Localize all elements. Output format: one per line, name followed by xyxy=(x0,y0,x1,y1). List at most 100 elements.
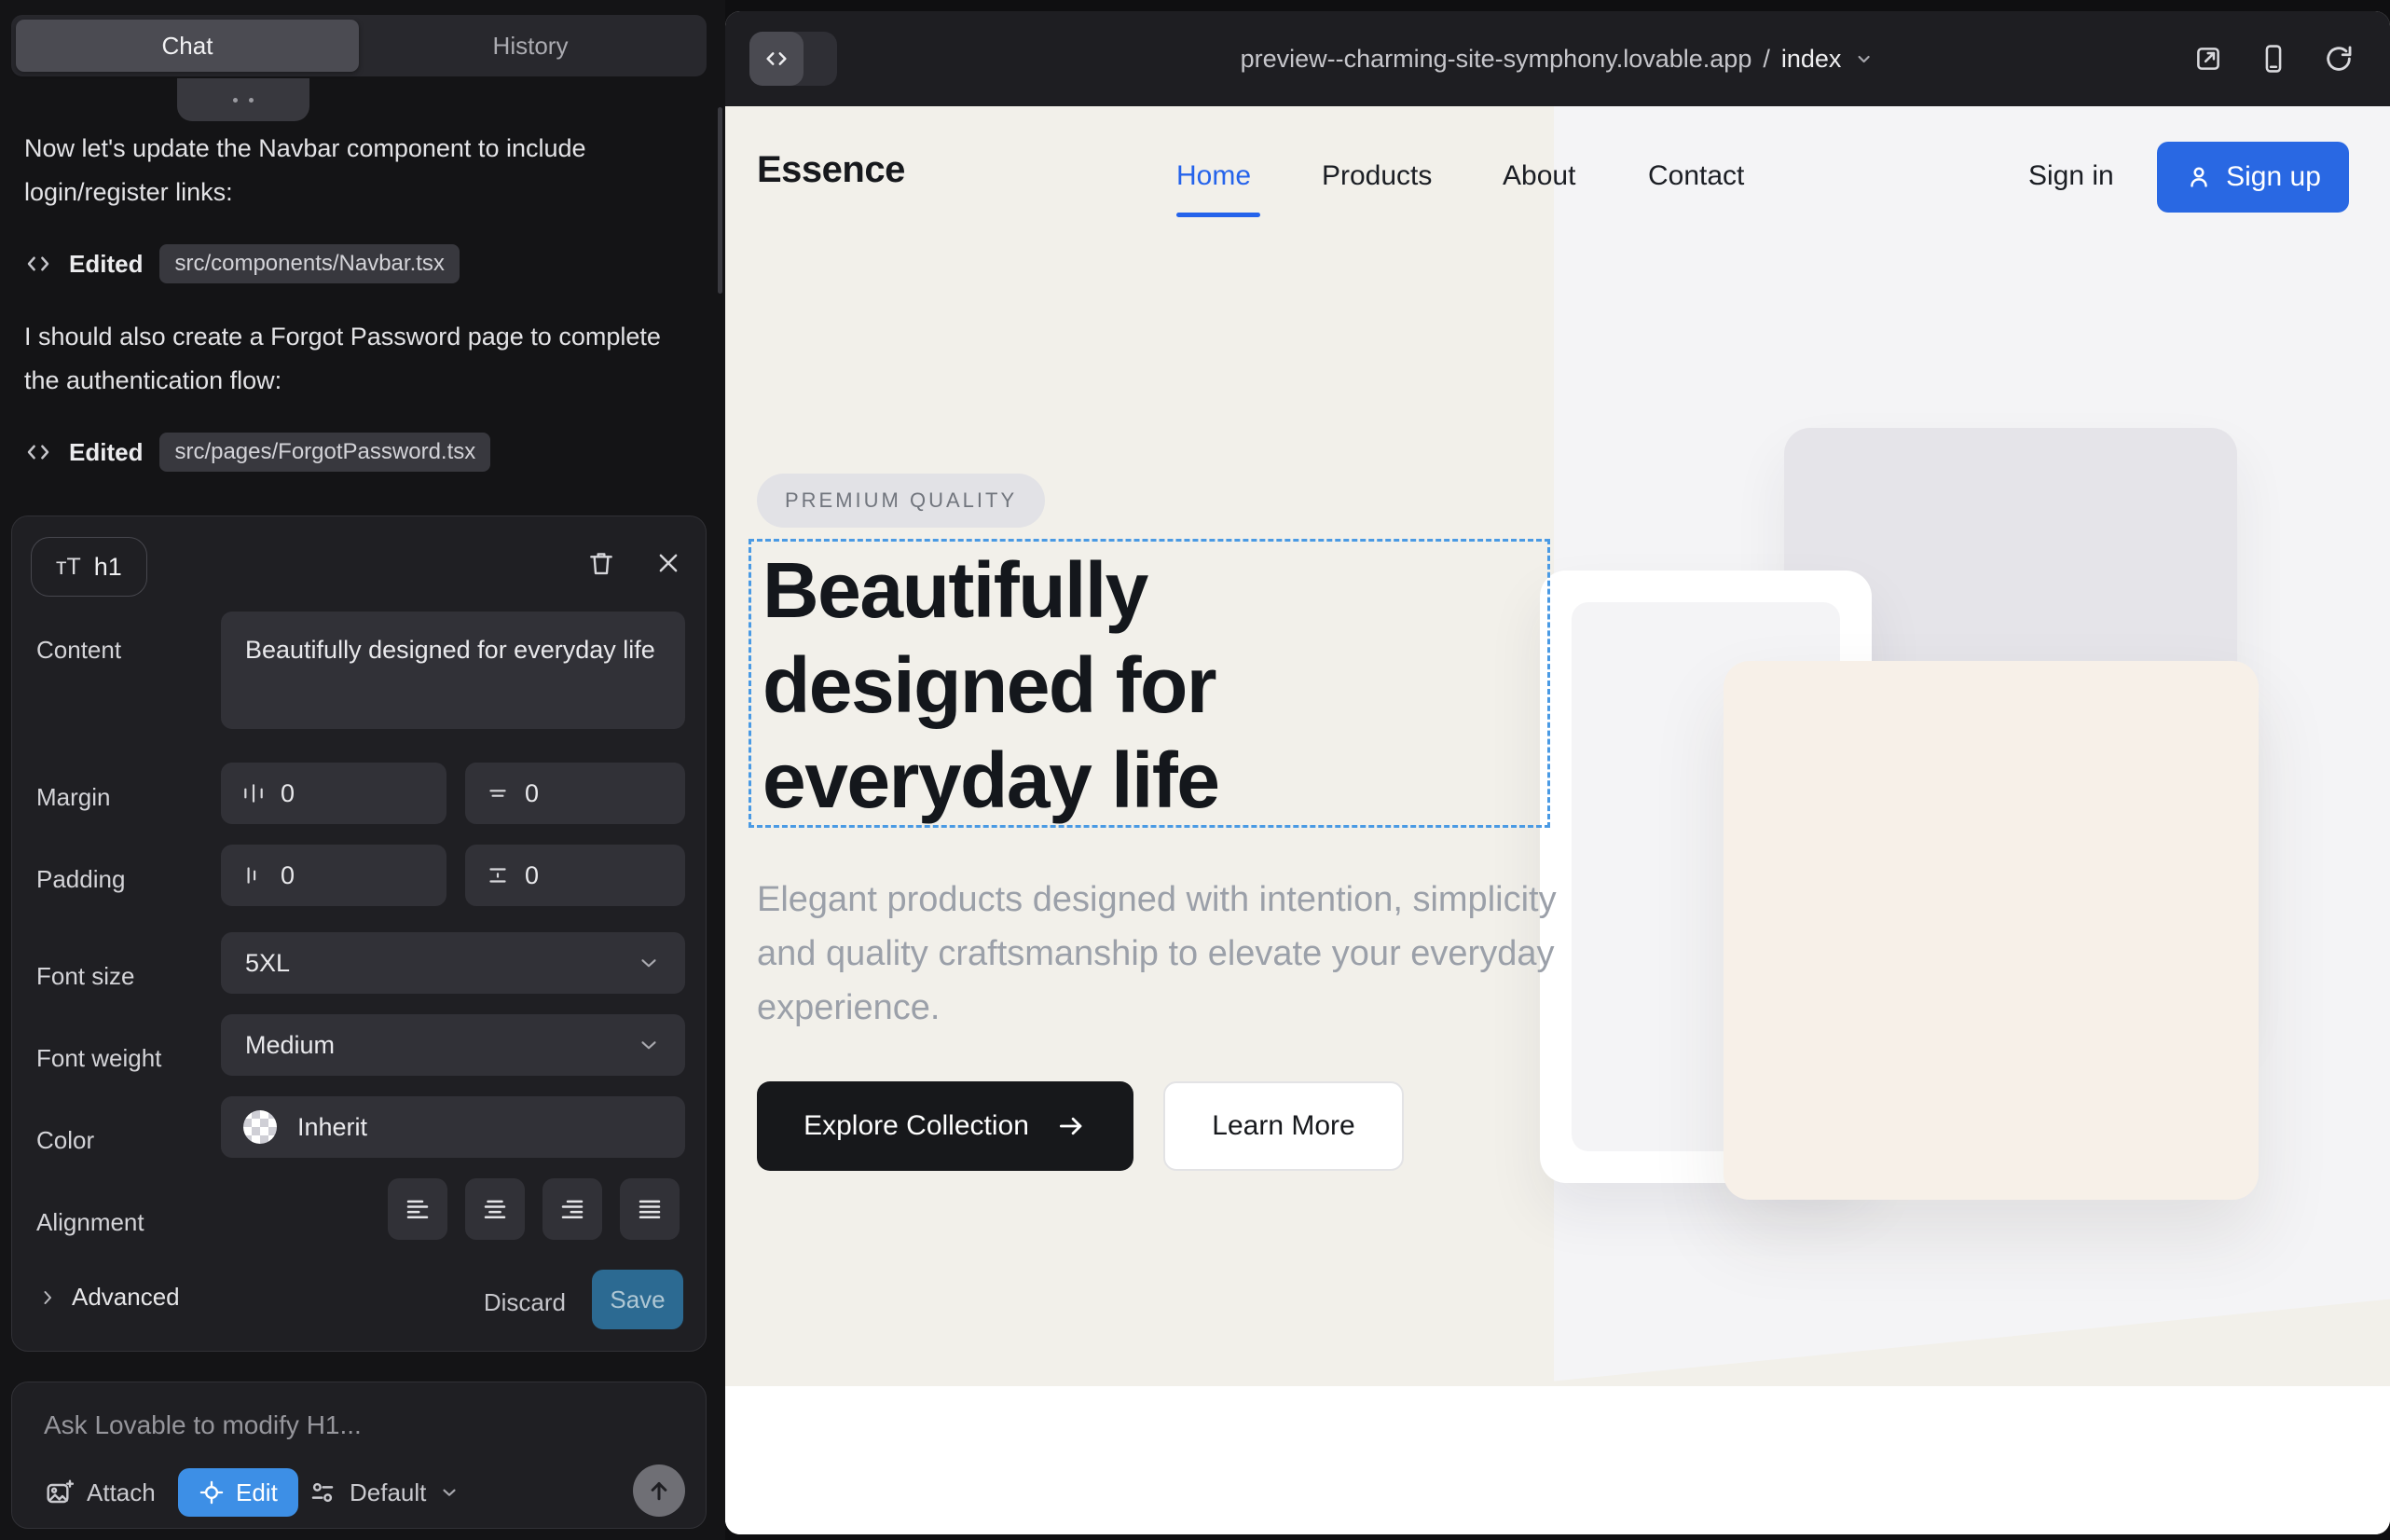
nav-link-home[interactable]: Home xyxy=(1176,160,1251,192)
sign-in-link[interactable]: Sign in xyxy=(2028,160,2114,192)
url-separator: / xyxy=(1763,45,1770,74)
code-toggle-segment[interactable] xyxy=(749,32,804,86)
font-size-label: Font size xyxy=(36,962,135,991)
edit-label: Edit xyxy=(236,1478,278,1507)
attach-image-icon xyxy=(44,1478,74,1507)
delete-element-button[interactable] xyxy=(583,544,620,582)
preview-area: preview--charming-site-symphony.lovable.… xyxy=(725,0,2390,1540)
hero-paragraph: Elegant products designed with intention… xyxy=(757,873,1600,1035)
external-link-icon xyxy=(2192,43,2224,75)
font-size-select[interactable]: 5XL xyxy=(221,932,685,994)
sign-up-button[interactable]: Sign up xyxy=(2157,142,2349,213)
edit-mode-button[interactable]: Edit xyxy=(178,1468,298,1517)
chat-composer: Ask Lovable to modify H1... Attach Edit … xyxy=(11,1382,707,1529)
hero-card-cream xyxy=(1724,661,2259,1200)
preview-frame: preview--charming-site-symphony.lovable.… xyxy=(725,11,2390,1534)
mode-label: Default xyxy=(350,1478,426,1507)
margin-x-input[interactable]: 0 xyxy=(221,763,446,824)
save-button[interactable]: Save xyxy=(592,1270,683,1329)
chat-input[interactable]: Ask Lovable to modify H1... xyxy=(44,1410,362,1440)
font-weight-select[interactable]: Medium xyxy=(221,1014,685,1076)
element-tag-label: h1 xyxy=(94,553,122,582)
site-logo[interactable]: Essence xyxy=(757,149,905,191)
hero-heading[interactable]: Beautifully designed for everyday life xyxy=(762,543,1219,828)
assistant-message: I should also create a Forgot Password p… xyxy=(24,315,682,403)
chevron-down-icon xyxy=(637,1033,661,1057)
padding-label: Padding xyxy=(36,865,125,894)
collapsed-message-pill[interactable] xyxy=(177,78,309,121)
align-justify-button[interactable] xyxy=(620,1178,680,1240)
advanced-toggle[interactable]: Advanced xyxy=(36,1283,180,1312)
advanced-label: Advanced xyxy=(72,1283,180,1312)
padding-x-icon xyxy=(241,863,266,887)
preview-url[interactable]: preview--charming-site-symphony.lovable.… xyxy=(1241,11,1875,106)
chat-scrollbar[interactable] xyxy=(718,107,722,294)
margin-y-input[interactable]: 0 xyxy=(465,763,685,824)
padding-x-value: 0 xyxy=(281,861,295,890)
align-center-icon xyxy=(481,1195,509,1223)
mobile-view-button[interactable] xyxy=(2258,43,2289,75)
learn-more-button[interactable]: Learn More xyxy=(1163,1081,1404,1171)
preview-actions xyxy=(2192,11,2355,106)
attach-label: Attach xyxy=(87,1478,156,1507)
content-value: Beautifully designed for everyday life xyxy=(245,630,655,670)
explore-collection-label: Explore Collection xyxy=(804,1110,1029,1142)
content-input[interactable]: Beautifully designed for everyday life xyxy=(221,612,685,729)
assistant-message: Now let's update the Navbar component to… xyxy=(24,127,682,214)
nav-link-contact[interactable]: Contact xyxy=(1648,160,1744,192)
sliders-icon xyxy=(309,1478,337,1506)
margin-y-value: 0 xyxy=(525,779,539,808)
padding-x-input[interactable]: 0 xyxy=(221,845,446,906)
explore-collection-button[interactable]: Explore Collection xyxy=(757,1081,1133,1171)
close-icon xyxy=(654,549,682,577)
preview-toolbar: preview--charming-site-symphony.lovable.… xyxy=(725,11,2390,106)
chevron-down-icon xyxy=(439,1482,460,1503)
refresh-icon xyxy=(2323,43,2355,75)
margin-x-icon xyxy=(241,781,266,805)
nav-link-about[interactable]: About xyxy=(1503,160,1575,192)
alignment-label: Alignment xyxy=(36,1208,144,1237)
user-icon xyxy=(2185,163,2213,191)
send-button[interactable] xyxy=(633,1464,685,1517)
align-left-button[interactable] xyxy=(388,1178,447,1240)
heading-line: Beautifully xyxy=(762,543,1219,638)
close-editor-button[interactable] xyxy=(650,544,687,582)
discard-button[interactable]: Discard xyxy=(484,1288,566,1317)
edited-file-row: Edited src/components/Navbar.tsx xyxy=(24,242,460,285)
section-below-hero xyxy=(725,1386,2390,1534)
code-icon xyxy=(24,250,52,278)
align-center-button[interactable] xyxy=(465,1178,525,1240)
open-external-button[interactable] xyxy=(2192,43,2224,75)
tab-history[interactable]: History xyxy=(359,20,702,72)
tab-chat[interactable]: Chat xyxy=(16,20,359,72)
attach-button[interactable]: Attach xyxy=(44,1468,156,1517)
color-swatch-icon xyxy=(243,1110,277,1144)
arrow-up-icon xyxy=(645,1477,673,1505)
arrow-right-icon xyxy=(1055,1110,1087,1142)
url-path: index xyxy=(1781,45,1842,74)
padding-y-input[interactable]: 0 xyxy=(465,845,685,906)
target-icon xyxy=(199,1479,225,1506)
url-text: preview--charming-site-symphony.lovable.… xyxy=(1241,45,1752,74)
color-select[interactable]: Inherit xyxy=(221,1096,685,1158)
code-icon xyxy=(762,45,790,73)
chevron-down-icon xyxy=(1852,48,1875,70)
file-badge[interactable]: src/pages/ForgotPassword.tsx xyxy=(159,433,490,472)
align-right-icon xyxy=(558,1195,586,1223)
nav-link-products[interactable]: Products xyxy=(1322,160,1432,192)
color-value: Inherit xyxy=(297,1113,367,1142)
code-icon xyxy=(24,438,52,466)
element-editor-panel: тT h1 Content Beautifully designed for e… xyxy=(11,516,707,1352)
code-preview-toggle[interactable] xyxy=(749,32,837,86)
align-left-icon xyxy=(404,1195,432,1223)
active-nav-underline xyxy=(1176,213,1260,217)
edited-label: Edited xyxy=(69,438,143,467)
margin-y-icon xyxy=(486,781,510,805)
mode-dropdown[interactable]: Default xyxy=(309,1468,460,1517)
chat-history-tabs: Chat History xyxy=(11,15,707,76)
refresh-button[interactable] xyxy=(2323,43,2355,75)
file-badge[interactable]: src/components/Navbar.tsx xyxy=(159,244,459,283)
align-right-button[interactable] xyxy=(543,1178,602,1240)
font-weight-label: Font weight xyxy=(36,1044,161,1073)
padding-y-icon xyxy=(486,863,510,887)
